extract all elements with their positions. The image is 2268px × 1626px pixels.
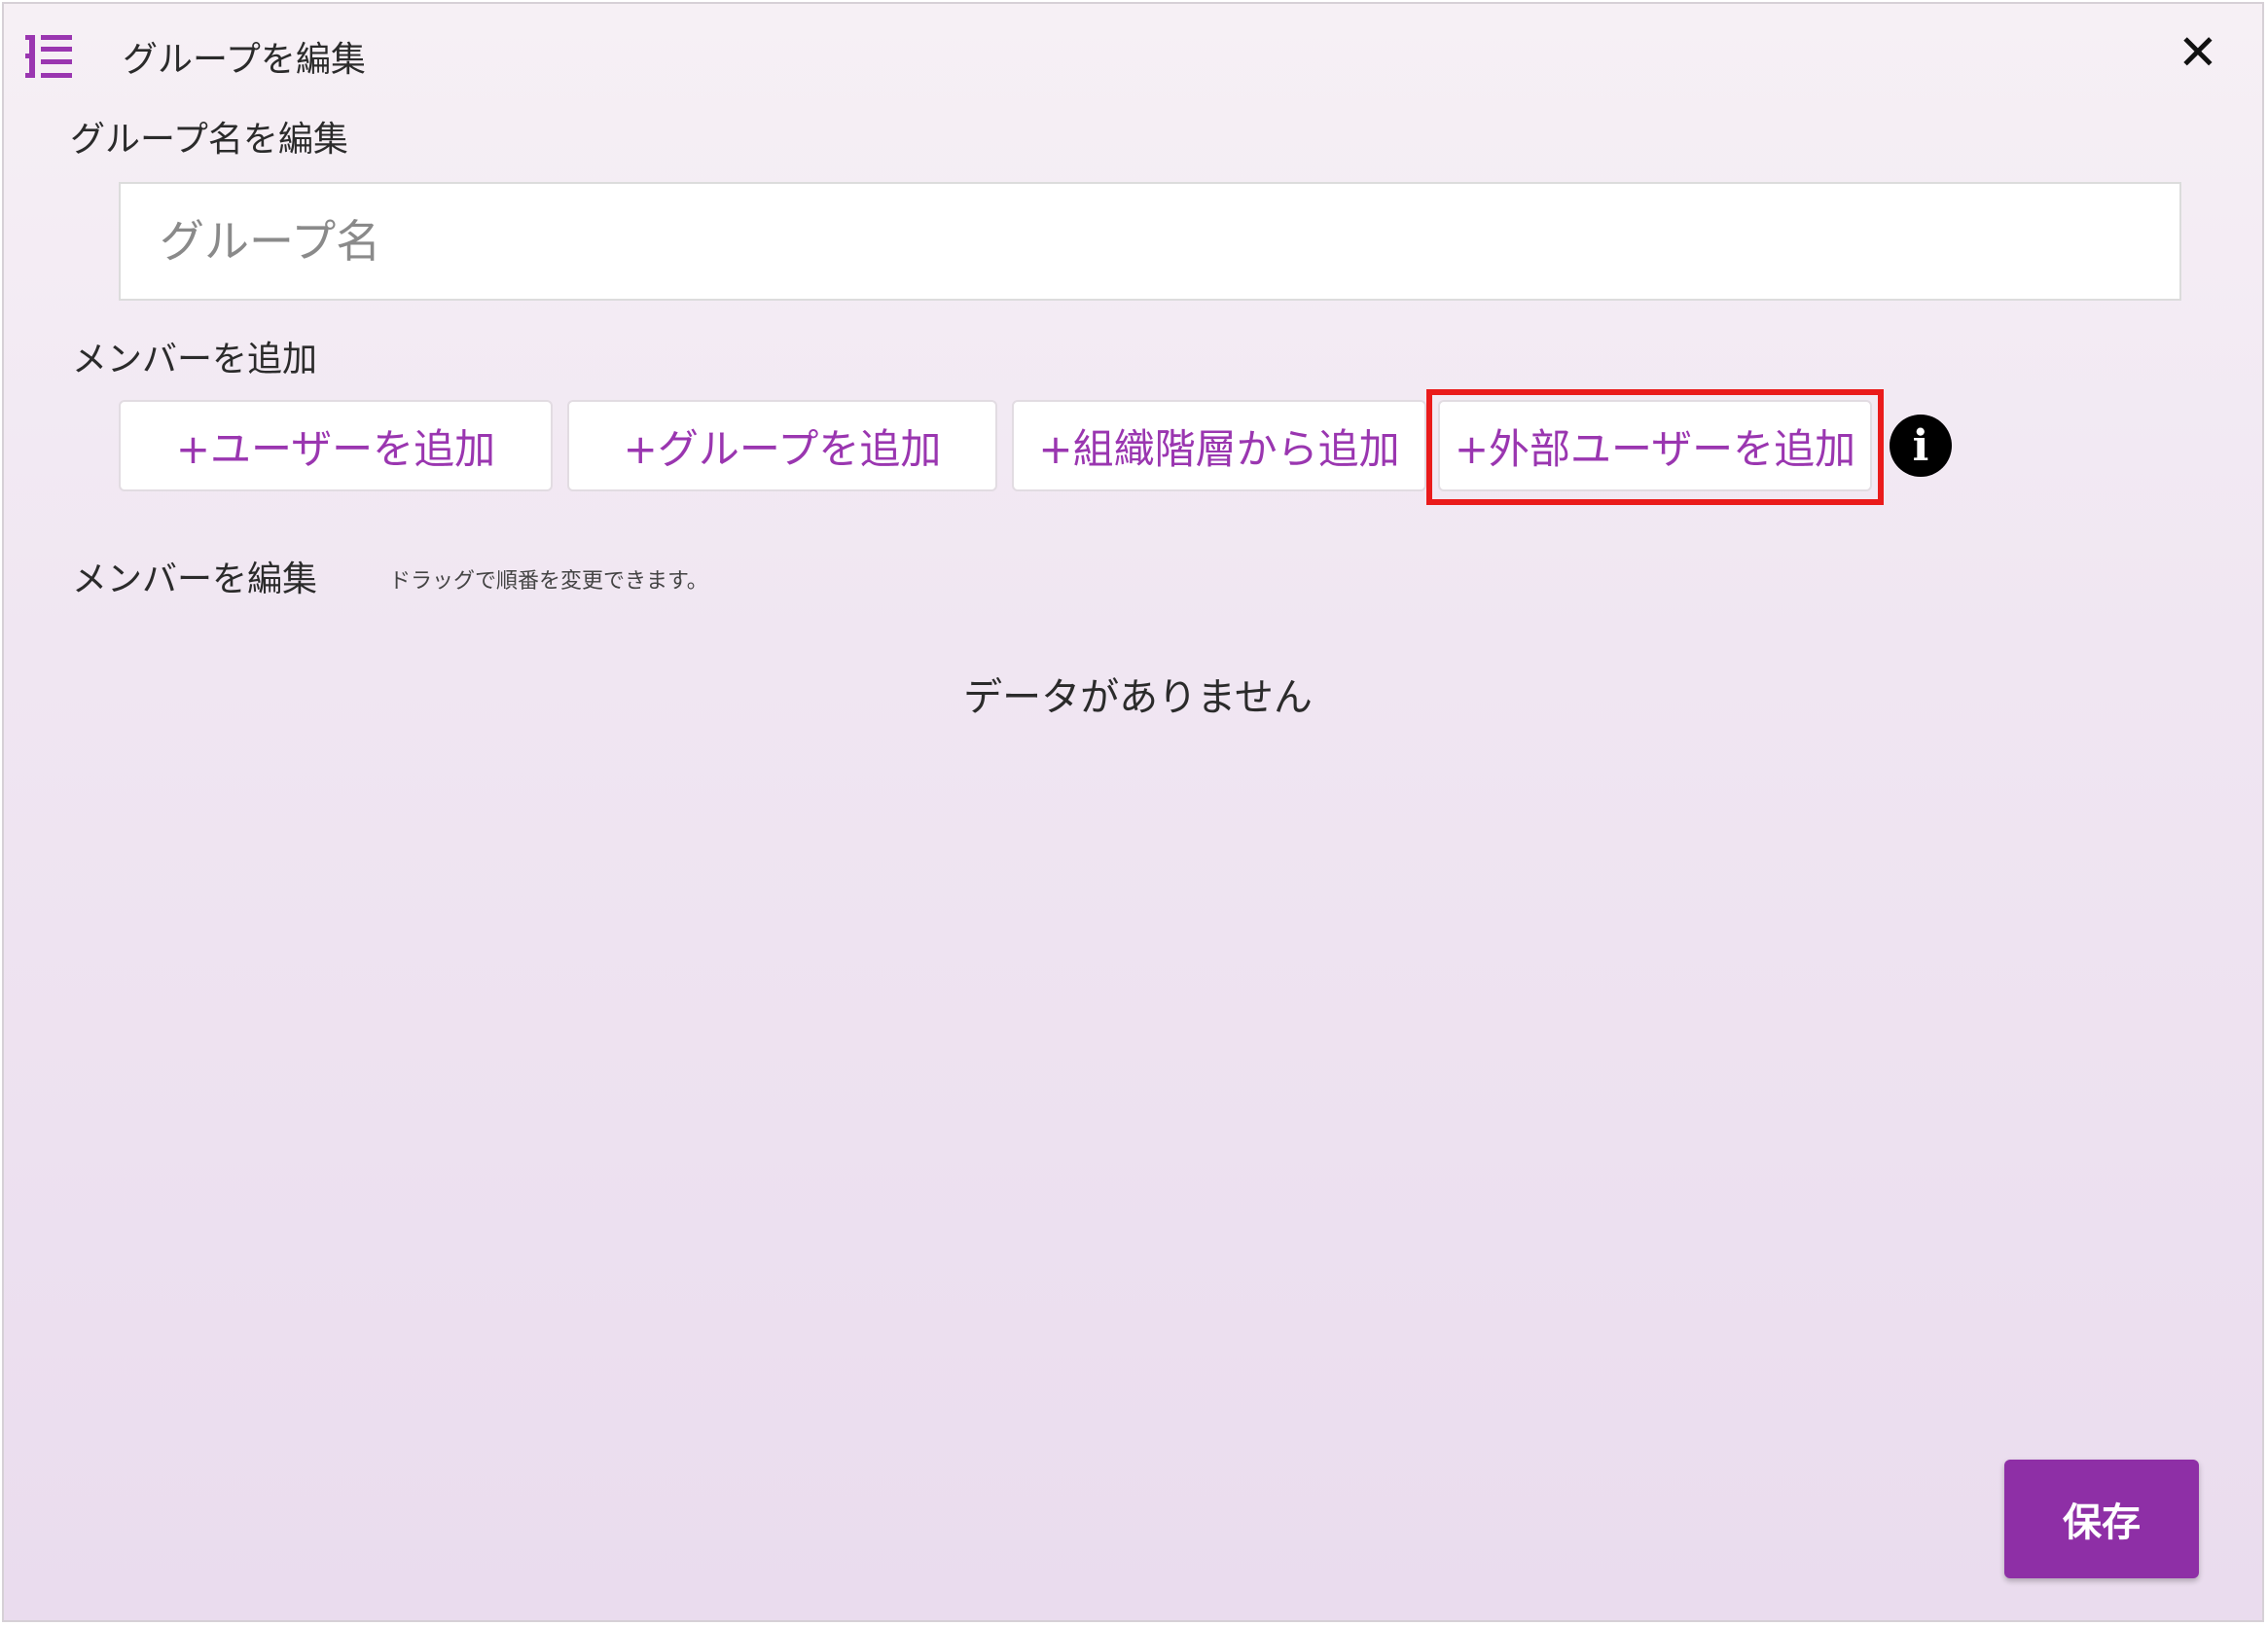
edit-members-label: メンバーを編集	[72, 560, 318, 599]
list-tree-icon	[23, 31, 74, 82]
save-button[interactable]: 保存	[2004, 1460, 2199, 1578]
close-button[interactable]: ✕	[2171, 24, 2225, 81]
group-name-input[interactable]	[119, 182, 2181, 301]
empty-state-message: データがありません	[963, 675, 1313, 720]
dialog-title: グループを編集	[123, 40, 366, 80]
close-icon: ✕	[2178, 24, 2218, 81]
add-members-label: メンバーを追加	[72, 340, 318, 379]
add-user-button[interactable]: +ユーザーを追加	[119, 400, 553, 491]
dialog-header: グループを編集	[23, 27, 366, 86]
add-external-user-button[interactable]: +外部ユーザーを追加	[1438, 400, 1872, 491]
group-name-label: グループ名を編集	[70, 120, 348, 160]
info-icon[interactable]: i	[1890, 415, 1952, 477]
add-from-org-hierarchy-button[interactable]: +組織階層から追加	[1012, 400, 1426, 491]
drag-hint: ドラッグで順番を変更できます。	[389, 569, 708, 594]
edit-group-dialog: グループを編集 ✕ グループ名を編集 メンバーを追加 +ユーザーを追加 +グルー…	[2, 2, 2264, 1622]
add-group-button[interactable]: +グループを追加	[567, 400, 997, 491]
